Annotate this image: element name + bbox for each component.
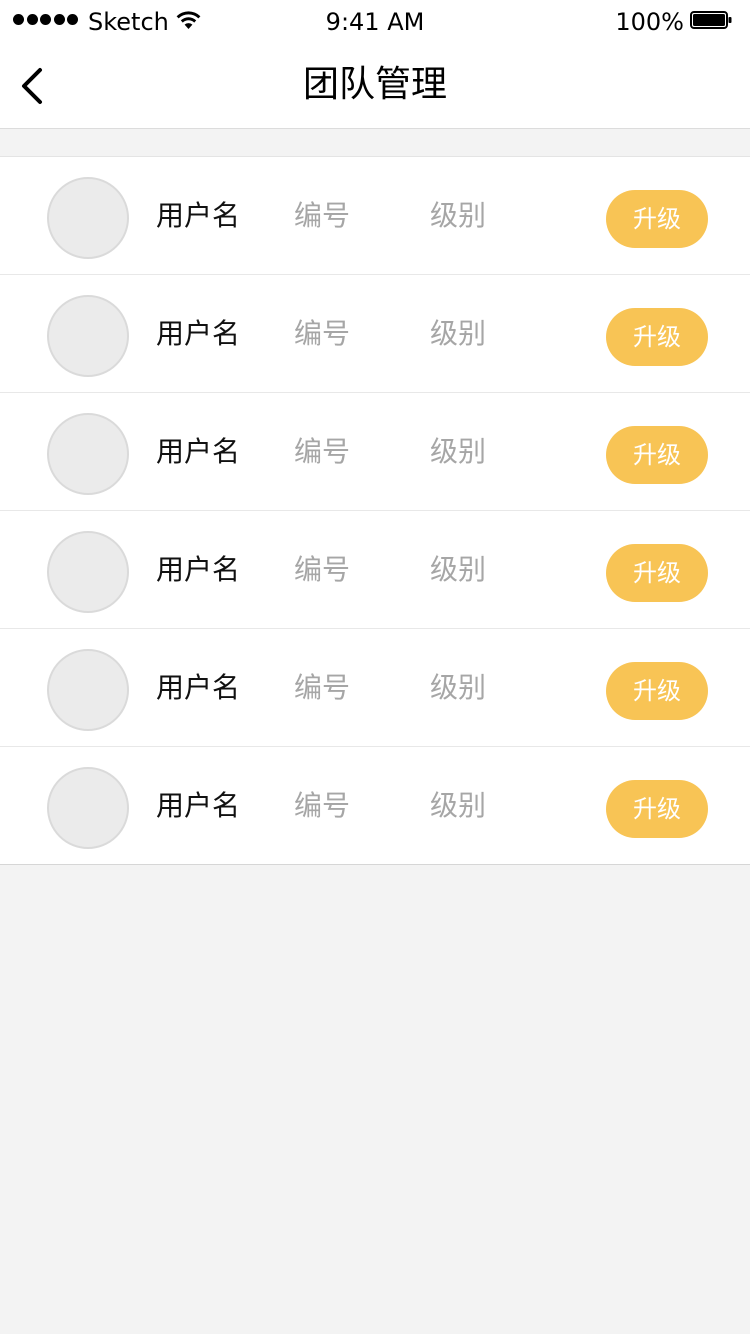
- member-list: 用户名 编号 级别 升级 用户名 编号 级别 升级 用户名 编号 级别 升级 用…: [0, 156, 750, 865]
- member-number: 编号: [294, 435, 351, 468]
- list-item: 用户名 编号 级别 升级: [0, 747, 750, 864]
- username: 用户名: [156, 435, 241, 468]
- list-item: 用户名 编号 级别 升级: [0, 275, 750, 393]
- username: 用户名: [156, 317, 241, 350]
- member-level: 级别: [430, 553, 487, 586]
- username: 用户名: [156, 199, 241, 232]
- avatar: [47, 767, 129, 849]
- status-bar: Sketch 9:41 AM 100%: [0, 0, 750, 42]
- member-number: 编号: [294, 317, 351, 350]
- username: 用户名: [156, 671, 241, 704]
- upgrade-button[interactable]: 升级: [606, 308, 708, 366]
- member-number: 编号: [294, 789, 351, 822]
- member-level: 级别: [430, 435, 487, 468]
- upgrade-button[interactable]: 升级: [606, 190, 708, 248]
- battery-icon: [690, 11, 732, 29]
- upgrade-button[interactable]: 升级: [606, 544, 708, 602]
- username: 用户名: [156, 553, 241, 586]
- member-number: 编号: [294, 199, 351, 232]
- member-number: 编号: [294, 671, 351, 704]
- list-item: 用户名 编号 级别 升级: [0, 629, 750, 747]
- avatar: [47, 177, 129, 259]
- page-title: 团队管理: [302, 64, 447, 105]
- avatar: [47, 649, 129, 731]
- avatar: [47, 531, 129, 613]
- list-item: 用户名 编号 级别 升级: [0, 157, 750, 275]
- member-level: 级别: [430, 671, 487, 704]
- member-level: 级别: [430, 199, 487, 232]
- username: 用户名: [156, 789, 241, 822]
- navigation-bar: 团队管理: [0, 42, 750, 129]
- battery-percentage: 100%: [615, 8, 684, 36]
- list-item: 用户名 编号 级别 升级: [0, 511, 750, 629]
- member-level: 级别: [430, 317, 487, 350]
- upgrade-button[interactable]: 升级: [606, 662, 708, 720]
- avatar: [47, 295, 129, 377]
- member-number: 编号: [294, 553, 351, 586]
- upgrade-button[interactable]: 升级: [606, 426, 708, 484]
- member-level: 级别: [430, 789, 487, 822]
- upgrade-button[interactable]: 升级: [606, 780, 708, 838]
- list-item: 用户名 编号 级别 升级: [0, 393, 750, 511]
- avatar: [47, 413, 129, 495]
